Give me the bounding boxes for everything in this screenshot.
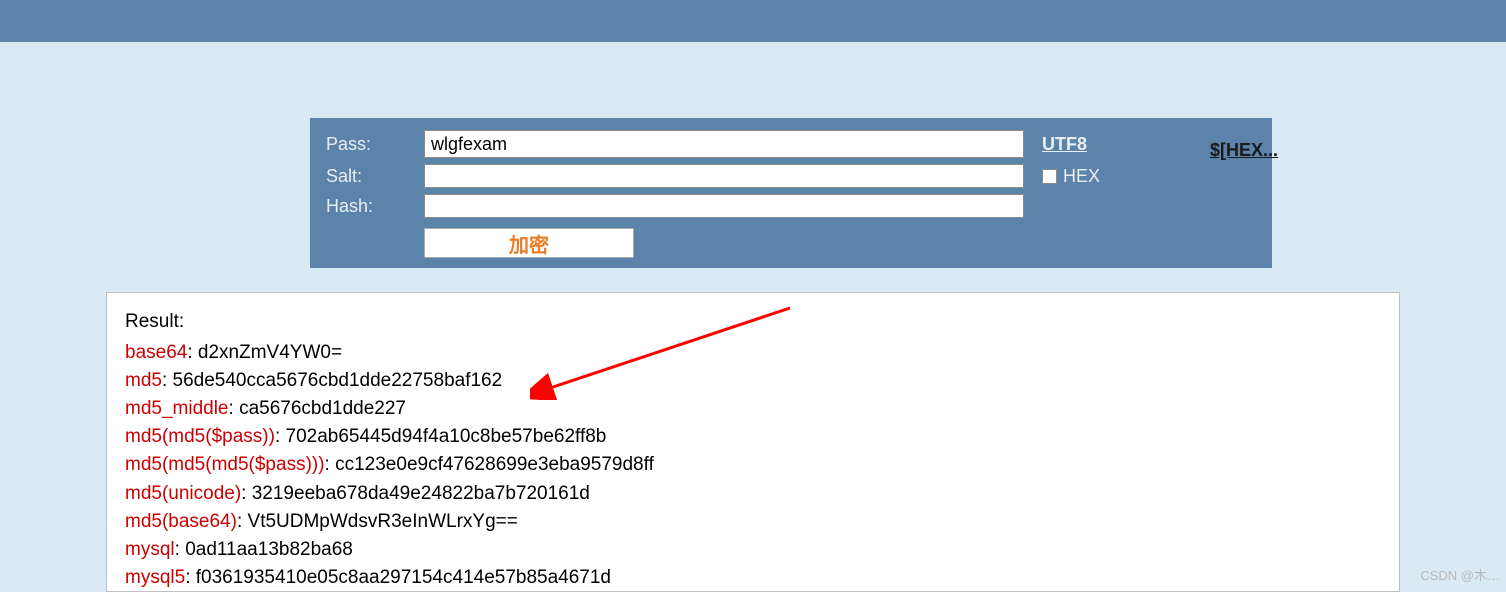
hash-line: md5(md5($pass)): 702ab65445d94f4a10c8be5… xyxy=(125,423,1381,451)
pass-input[interactable] xyxy=(424,130,1024,158)
hash-key: md5(base64) xyxy=(125,511,237,532)
hash-key: md5_middle xyxy=(125,398,229,419)
hash-sep: : xyxy=(185,567,196,588)
hash-sep: : xyxy=(275,426,286,447)
hex-checkbox-label: HEX xyxy=(1063,166,1100,187)
hash-row: Hash: xyxy=(326,194,1256,218)
result-title: Result: xyxy=(125,311,1381,333)
salt-label: Salt: xyxy=(326,166,424,187)
pass-label: Pass: xyxy=(326,134,424,155)
hash-line: mysql: 0ad11aa13b82ba68 xyxy=(125,536,1381,564)
hash-key: mysql xyxy=(125,539,175,560)
hash-line: md5_middle: ca5676cbd1dde227 xyxy=(125,395,1381,423)
salt-input[interactable] xyxy=(424,164,1024,188)
hash-sep: : xyxy=(325,454,336,475)
form-panel: Pass: UTF8 Salt: HEX Hash: 加密 xyxy=(310,118,1272,268)
hash-line: md5(unicode): 3219eeba678da49e24822ba7b7… xyxy=(125,480,1381,508)
hash-value: cc123e0e9cf47628699e3eba9579d8ff xyxy=(335,454,654,475)
hash-key: md5(unicode) xyxy=(125,483,241,504)
hash-label: Hash: xyxy=(326,196,424,217)
hash-value: 56de540cca5676cbd1dde22758baf162 xyxy=(173,370,503,391)
watermark: CSDN @木… xyxy=(1420,565,1500,584)
hash-sep: : xyxy=(241,483,252,504)
pass-row: Pass: UTF8 xyxy=(326,130,1256,158)
hash-sep: : xyxy=(187,342,198,363)
hash-sep: : xyxy=(175,539,186,560)
hash-input[interactable] xyxy=(424,194,1024,218)
hex-dollar-link[interactable]: $[HEX... xyxy=(1210,140,1278,161)
hash-line: md5: 56de540cca5676cbd1dde22758baf162 xyxy=(125,367,1381,395)
utf8-link[interactable]: UTF8 xyxy=(1042,134,1087,155)
result-panel: Result: base64: d2xnZmV4YW0=md5: 56de540… xyxy=(106,292,1400,592)
spacer xyxy=(0,42,1506,118)
hash-sep: : xyxy=(162,370,173,391)
hash-line: md5(base64): Vt5UDMpWdsvR3eInWLrxYg== xyxy=(125,508,1381,536)
hex-checkbox[interactable] xyxy=(1042,169,1057,184)
hash-value: d2xnZmV4YW0= xyxy=(198,342,342,363)
utf8-link-wrap: UTF8 xyxy=(1042,134,1087,155)
encrypt-button[interactable]: 加密 xyxy=(424,228,634,258)
hash-lines: base64: d2xnZmV4YW0=md5: 56de540cca5676c… xyxy=(125,339,1381,592)
hash-sep: : xyxy=(237,511,248,532)
hash-value: 0ad11aa13b82ba68 xyxy=(185,539,353,560)
hash-value: f0361935410e05c8aa297154c414e57b85a4671d xyxy=(196,567,611,588)
hash-line: md5(md5(md5($pass))): cc123e0e9cf4762869… xyxy=(125,451,1381,479)
top-bar xyxy=(0,0,1506,42)
hash-key: base64 xyxy=(125,342,187,363)
hash-key: md5(md5(md5($pass))) xyxy=(125,454,325,475)
salt-row: Salt: HEX xyxy=(326,164,1256,188)
hash-value: Vt5UDMpWdsvR3eInWLrxYg== xyxy=(248,511,518,532)
hash-key: mysql5 xyxy=(125,567,185,588)
hex-checkbox-row: HEX xyxy=(1042,166,1100,187)
hash-key: md5(md5($pass)) xyxy=(125,426,275,447)
hash-value: 3219eeba678da49e24822ba7b720161d xyxy=(252,483,590,504)
hash-value: 702ab65445d94f4a10c8be57be62ff8b xyxy=(286,426,607,447)
hash-line: base64: d2xnZmV4YW0= xyxy=(125,339,1381,367)
hash-key: md5 xyxy=(125,370,162,391)
hash-value: ca5676cbd1dde227 xyxy=(239,398,406,419)
hash-sep: : xyxy=(229,398,240,419)
